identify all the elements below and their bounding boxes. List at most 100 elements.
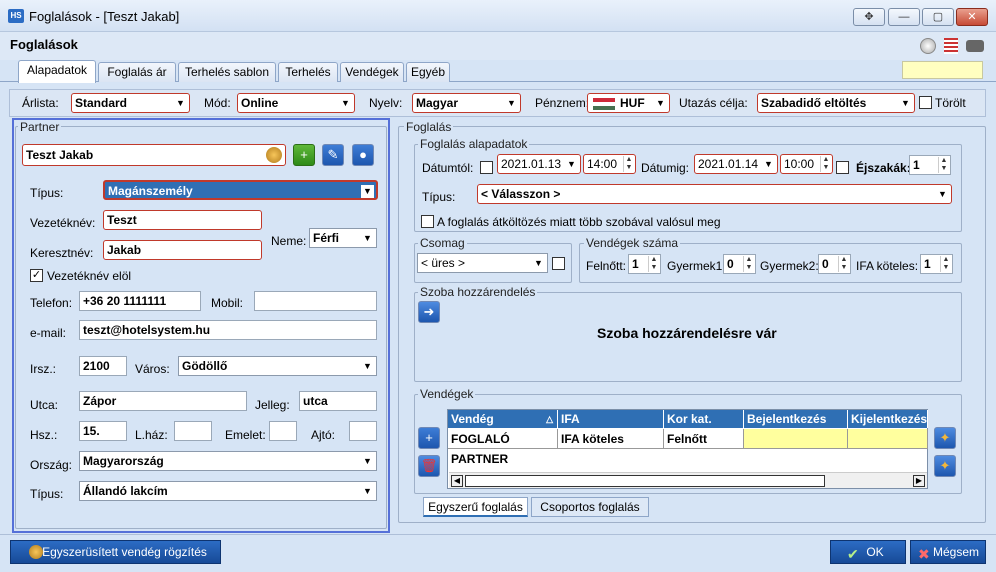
emelet-field[interactable] [269,421,297,441]
list-icon[interactable] [944,38,958,54]
orszag-select[interactable]: Magyarország ▼ [79,451,377,471]
partner-tipus-select[interactable]: Magánszemély ▼ [103,180,378,200]
settings-icon[interactable] [920,38,936,54]
torolt-checkbox[interactable] [919,96,932,109]
partner-name-field[interactable]: Teszt Jakab [22,144,286,166]
tipus-label: Típus: [30,186,64,200]
room-assign-icon: ➜ [423,304,435,319]
csomag-select[interactable]: < üres > ▼ [417,253,548,273]
quick-guest-button[interactable]: Egyszerüsített vendég rögzítés [10,540,221,564]
lhaz-field[interactable] [174,421,212,441]
gyermek1-spinner[interactable]: 0 ▲ ▼ [723,254,756,274]
gyermek1-label: Gyermek1: [667,259,726,273]
move-window-button[interactable]: ✥ [853,8,885,26]
table-header-kijelentkezes[interactable]: Kijelentkezés [848,410,928,428]
telefon-field[interactable]: +36 20 1111111 [79,291,201,311]
table-header-kor-kat[interactable]: Kor kat. [664,410,744,428]
maximize-button[interactable]: ▢ [922,8,954,26]
email-field[interactable]: teszt@hotelsystem.hu [79,320,377,340]
close-button[interactable]: ✕ [956,8,988,26]
cancel-button[interactable]: ✖ Mégsem [910,540,986,564]
table-cell[interactable]: Felnőtt [664,429,744,449]
datumtol-checkbox[interactable] [480,161,493,174]
spinner-icon[interactable]: ▲ ▼ [938,157,949,173]
assign-room-button[interactable]: ➜ [418,301,440,323]
horizontal-scrollbar[interactable]: ◀ ▶ [449,472,927,488]
nyelv-select[interactable]: Magyar ▼ [412,93,521,113]
mod-value: Online [241,96,279,110]
tab-vendegek[interactable]: Vendégek [340,62,404,82]
irsz-field[interactable]: 2100 [79,356,127,376]
user-search-icon[interactable] [266,147,282,163]
ok-button[interactable]: ✔ OK [830,540,906,564]
ifa-spinner[interactable]: 1 ▲ ▼ [920,254,953,274]
datumtol-date[interactable]: 2021.01.13 ▼ [497,154,581,174]
add-guest-button[interactable]: + [418,427,440,449]
spinner-icon[interactable]: ▲ ▼ [648,256,659,272]
tab-egyeb[interactable]: Egyéb [406,62,450,82]
table-header-bejelentkezes[interactable]: Bejelentkezés [744,410,848,428]
tab-terheles[interactable]: Terhelés [278,62,338,82]
guest-detail-button[interactable]: ✦ [934,455,956,477]
cim-tipus-value: Állandó lakcím [83,484,168,498]
subtab-egyszeru-foglalas[interactable]: Egyszerű foglalás [423,497,528,517]
atkoltozes-checkbox[interactable] [421,215,434,228]
minimize-button[interactable]: — [888,8,920,26]
table-cell[interactable] [744,429,848,449]
vezeteknev-field[interactable]: Teszt [103,210,262,230]
tab-alapadatok[interactable]: Alapadatok [18,60,96,83]
datumig-date[interactable]: 2021.01.14 ▼ [694,154,778,174]
spinner-icon[interactable]: ▲ ▼ [820,156,831,172]
ejszakak-spinner[interactable]: 1 ▲ ▼ [909,155,951,175]
chevron-down-icon: ▼ [507,98,516,108]
add-partner-button[interactable]: + [293,144,315,166]
scroll-right-icon[interactable]: ▶ [913,475,925,487]
penznem-select[interactable]: HUF ▼ [587,93,670,113]
mobil-field[interactable] [254,291,377,311]
gyermek2-spinner[interactable]: 0 ▲ ▼ [818,254,851,274]
table-header-ifa[interactable]: IFA [558,410,664,428]
plus-icon: + [425,430,433,445]
table-cell[interactable] [848,429,928,449]
felnott-spinner[interactable]: 1 ▲ ▼ [628,254,661,274]
keresztnev-field[interactable]: Jakab [103,240,262,260]
vezeteknev-elol-checkbox[interactable]: ✓ [30,269,43,282]
chevron-down-icon: ▼ [363,486,372,496]
scroll-left-icon[interactable]: ◀ [451,475,463,487]
spinner-icon[interactable]: ▲ ▼ [838,256,849,272]
alapadatok-group-label: Foglalás alapadatok [418,137,530,151]
spinner-icon[interactable]: ▲ ▼ [743,256,754,272]
table-header-vendeg[interactable]: Vendég △ [448,410,558,428]
utca-field[interactable]: Zápor [79,391,247,411]
cim-tipus-select[interactable]: Állandó lakcím ▼ [79,481,377,501]
ajto-field[interactable] [349,421,377,441]
table-cell[interactable]: IFA köteles [558,429,664,449]
csomag-checkbox[interactable] [552,257,565,270]
tab-foglalas-ar[interactable]: Foglalás ár [98,62,176,82]
printer-icon[interactable] [966,40,984,52]
spinner-icon[interactable]: ▲ ▼ [940,256,951,272]
datumig-checkbox[interactable] [836,161,849,174]
neme-select[interactable]: Férfi ▼ [309,228,377,248]
spinner-icon[interactable]: ▲ ▼ [623,156,634,172]
subtab-csoportos-foglalas[interactable]: Csoportos foglalás [531,497,649,517]
foglalas-tipus-select[interactable]: < Válasszon > ▼ [477,184,952,204]
arlista-select[interactable]: Standard ▼ [71,93,190,113]
delete-guest-button[interactable]: 🗑 [418,455,440,477]
penznem-label: Pénznem: [535,96,590,110]
ajto-label: Ajtó: [311,428,336,442]
hsz-field[interactable]: 15. [79,421,127,441]
utazas-select[interactable]: Szabadidő eltöltés ▼ [757,93,915,113]
partner-tipus-value: Magánszemély [108,184,193,198]
guest-card-button[interactable]: ✦ [934,427,956,449]
table-cell[interactable]: FOGLALÓ PARTNER [448,429,558,466]
tab-terheles-sablon[interactable]: Terhelés sablon [178,62,276,82]
edit-partner-button[interactable]: ✎ [322,144,344,166]
mod-select[interactable]: Online ▼ [237,93,355,113]
datumig-time[interactable]: 10:00 ▲ ▼ [780,154,833,174]
varos-select[interactable]: Gödöllő ▼ [178,356,377,376]
info-partner-button[interactable]: ● [352,144,374,166]
jelleg-field[interactable]: utca [299,391,377,411]
scroll-thumb[interactable] [465,475,825,487]
datumtol-time[interactable]: 14:00 ▲ ▼ [583,154,636,174]
